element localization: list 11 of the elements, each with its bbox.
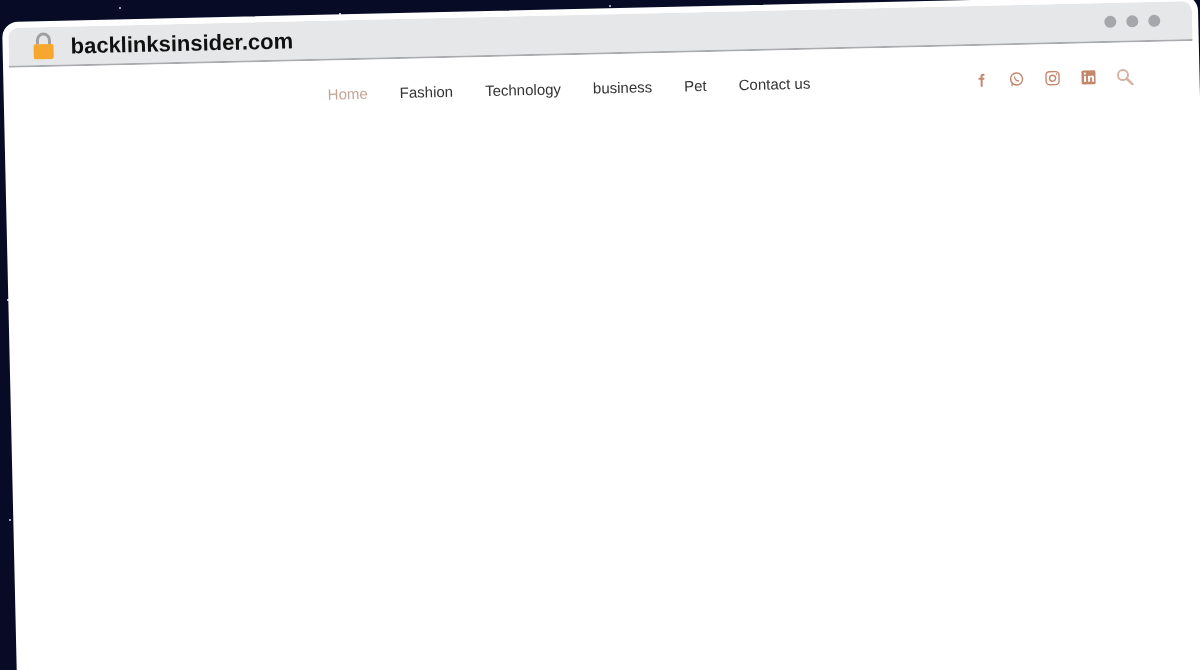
nav-link[interactable]: Pet xyxy=(683,74,707,98)
nav-link[interactable]: Fashion xyxy=(399,80,454,105)
instagram-icon[interactable] xyxy=(1043,69,1062,88)
nav-link[interactable]: business xyxy=(592,76,653,100)
linkedin-icon[interactable] xyxy=(1079,68,1098,87)
search-icon[interactable] xyxy=(1115,67,1134,86)
whatsapp-icon[interactable] xyxy=(1007,69,1026,89)
nav-link[interactable]: Contact us xyxy=(738,72,811,97)
url-text: backlinksinsider.com xyxy=(70,26,294,60)
nav-link[interactable]: Technology xyxy=(484,78,562,103)
padlock-icon xyxy=(32,31,55,61)
